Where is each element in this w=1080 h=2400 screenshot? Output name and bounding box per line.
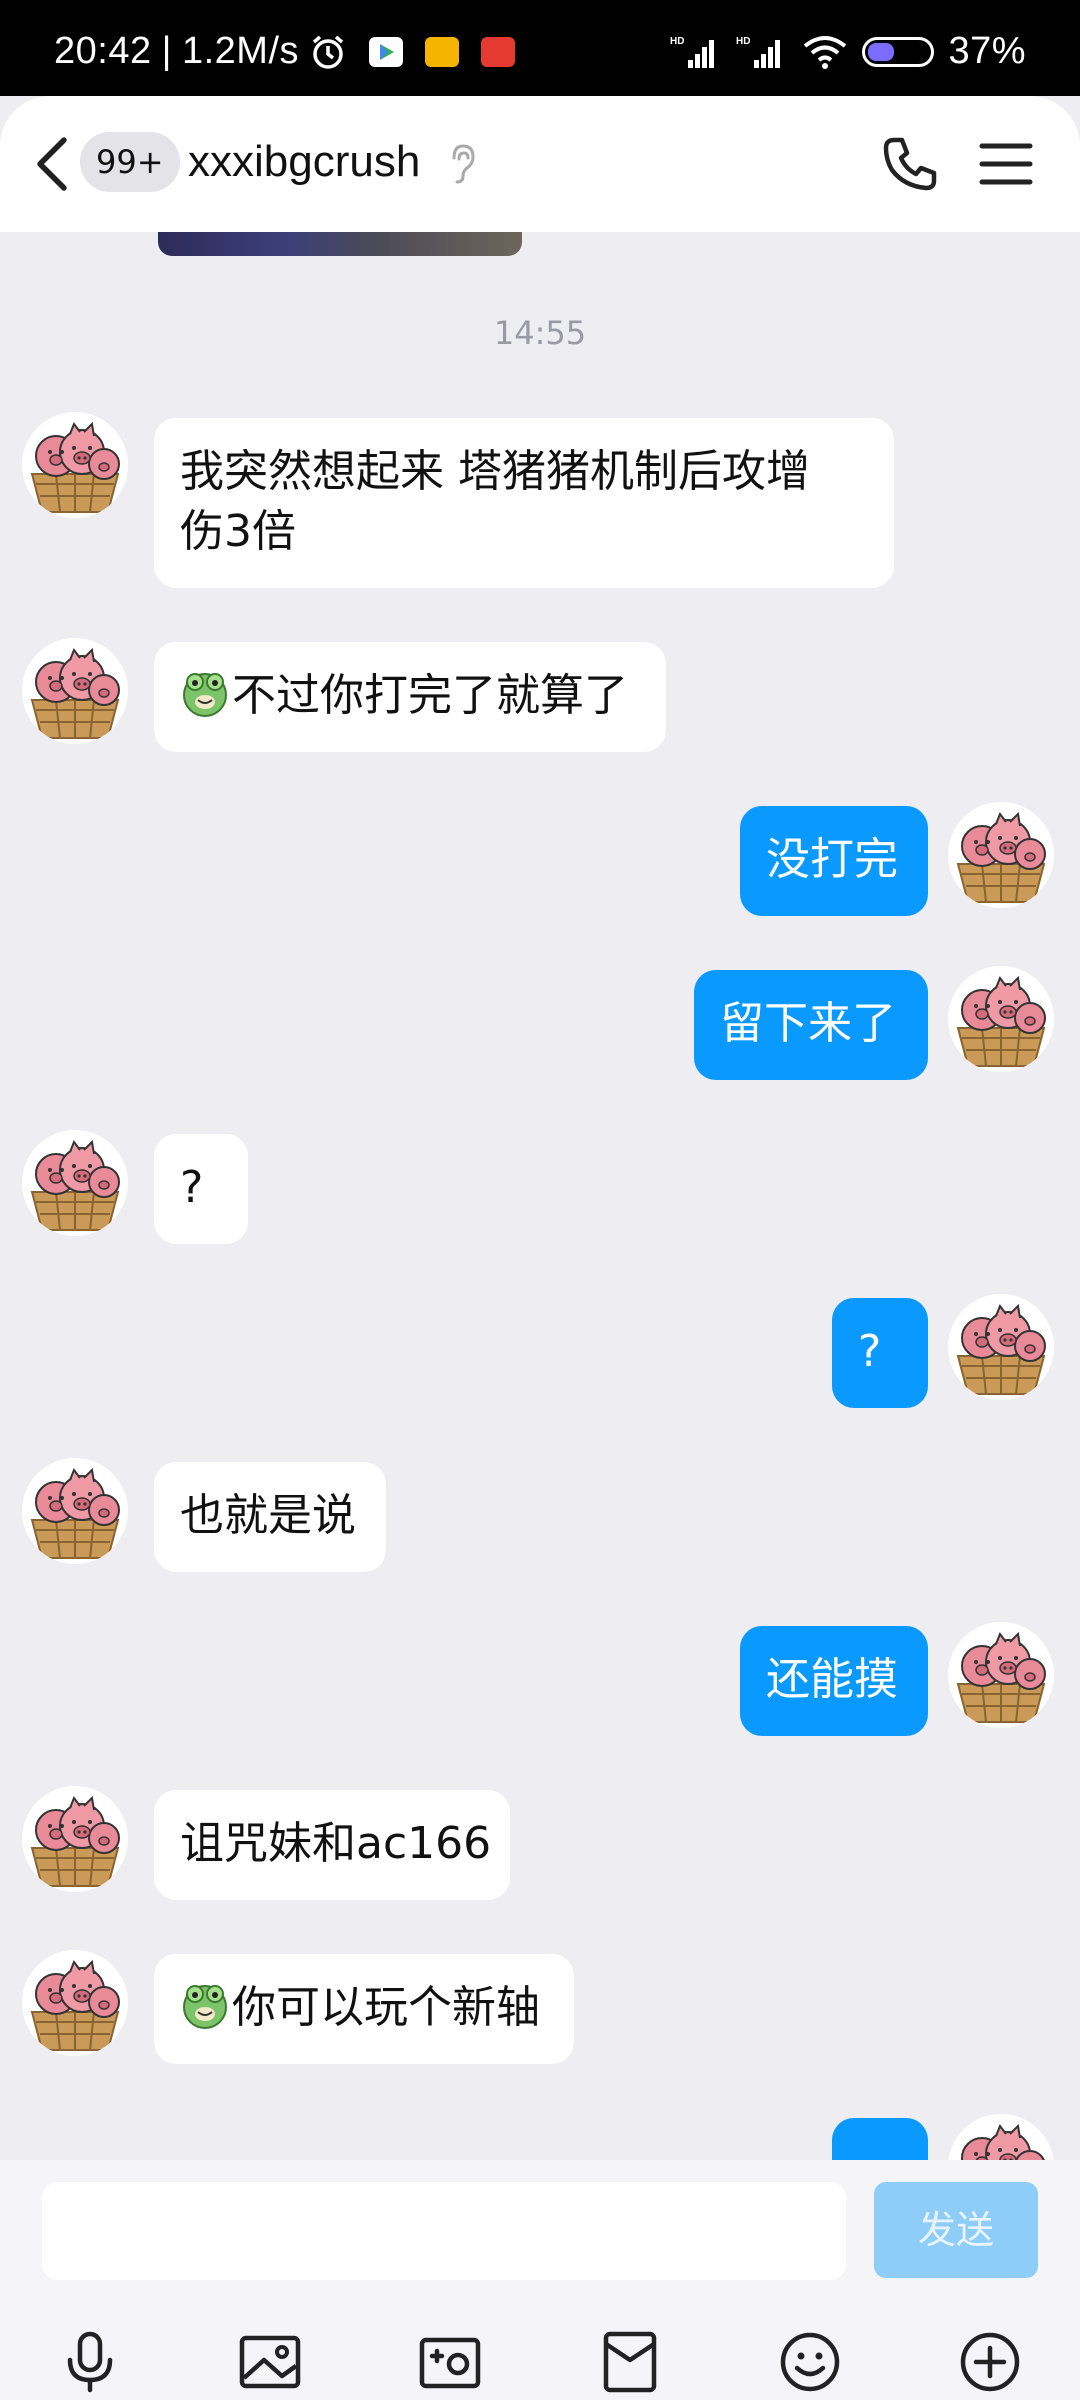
message-text: 诅咒妹和ac166 <box>180 1818 492 1869</box>
network-speed: 1.2M/s <box>181 30 300 72</box>
contact-avatar[interactable] <box>22 1458 128 1564</box>
contact-avatar[interactable] <box>22 1786 128 1892</box>
contact-avatar[interactable] <box>22 412 128 518</box>
signal-icon-1: HD <box>670 36 715 68</box>
message-text: 也就是说 <box>180 1490 356 1541</box>
message-text: 没打完 <box>766 834 898 885</box>
chat-area[interactable]: 14:55 我突然想起来 塔猪猪机制后攻增 伤3倍 不过你打完了就算了 没打完 … <box>0 232 1080 2160</box>
unread-count-badge[interactable]: 99+ <box>80 132 180 192</box>
message-bubble[interactable]: 我突然想起来 塔猪猪机制后攻增 伤3倍 <box>154 418 894 588</box>
contact-avatar[interactable] <box>22 638 128 744</box>
message-bubble[interactable]: ? <box>154 1134 248 1244</box>
message-text: 留下来了 <box>720 998 896 1049</box>
frog-emoji-icon <box>180 1980 230 2030</box>
message-text: 我突然想起来 塔猪猪机制后攻增 <box>180 446 810 497</box>
message-bubble[interactable]: ? <box>832 1298 928 1408</box>
mail-app-icon <box>425 36 460 67</box>
emoji-icon[interactable] <box>778 2330 842 2394</box>
status-time: 20:42 <box>54 30 152 72</box>
message-text: 你可以玩个新轴 <box>232 1982 540 2033</box>
my-avatar[interactable] <box>948 2114 1054 2160</box>
message-input[interactable] <box>42 2182 846 2280</box>
message-bubble[interactable]: 也就是说 <box>154 1462 386 1572</box>
message-bubble[interactable]: 没打完 <box>740 806 928 916</box>
svg-text:HD: HD <box>670 36 684 47</box>
input-bar: 发送 <box>0 2160 1080 2400</box>
message-bubble[interactable]: 还能摸 <box>740 1626 928 1736</box>
message-text: 不过你打完了就算了 <box>232 670 628 721</box>
alarm-icon <box>312 35 344 69</box>
microphone-icon[interactable] <box>58 2330 122 2394</box>
battery-percent: 37% <box>948 30 1026 72</box>
back-arrow-icon[interactable] <box>28 134 80 194</box>
status-bar: 20:42 | 1.2M/s HD HD 37% <box>0 0 1080 96</box>
svg-text:HD: HD <box>736 36 750 47</box>
message-bubble[interactable]: 诅咒妹和ac166 <box>154 1790 510 1900</box>
message-bubble[interactable] <box>832 2118 928 2160</box>
red-app-icon <box>481 36 516 67</box>
message-text: ? <box>180 1162 204 1213</box>
message-bubble[interactable]: 不过你打完了就算了 <box>154 642 666 752</box>
signal-icon-2: HD <box>736 36 781 68</box>
message-bubble[interactable]: 你可以玩个新轴 <box>154 1954 574 2064</box>
ear-icon[interactable] <box>446 142 478 186</box>
camera-icon[interactable] <box>418 2330 482 2394</box>
play-store-icon <box>369 36 404 67</box>
phone-call-icon[interactable] <box>880 134 940 194</box>
message-text: 伤3倍 <box>180 506 296 557</box>
send-button[interactable]: 发送 <box>874 2182 1038 2278</box>
plus-icon[interactable] <box>958 2330 1022 2394</box>
contact-name[interactable]: xxxibgcrush <box>188 132 420 192</box>
my-avatar[interactable] <box>948 1622 1054 1728</box>
menu-icon[interactable] <box>976 138 1036 190</box>
frog-emoji-icon <box>180 668 230 718</box>
chat-header: 99+ xxxibgcrush <box>0 96 1080 232</box>
my-avatar[interactable] <box>948 966 1054 1072</box>
image-message[interactable] <box>158 232 522 256</box>
image-icon[interactable] <box>238 2330 302 2394</box>
message-bubble[interactable]: 留下来了 <box>694 970 928 1080</box>
red-packet-icon[interactable] <box>598 2330 662 2394</box>
status-divider: | <box>161 30 172 72</box>
message-text: ? <box>858 1326 882 1377</box>
message-text: 还能摸 <box>766 1654 898 1705</box>
message-timestamp: 14:55 <box>493 314 587 352</box>
contact-avatar[interactable] <box>22 1130 128 1236</box>
battery-icon <box>862 36 935 67</box>
wifi-icon <box>804 35 847 69</box>
my-avatar[interactable] <box>948 802 1054 908</box>
my-avatar[interactable] <box>948 1294 1054 1400</box>
contact-avatar[interactable] <box>22 1950 128 2056</box>
